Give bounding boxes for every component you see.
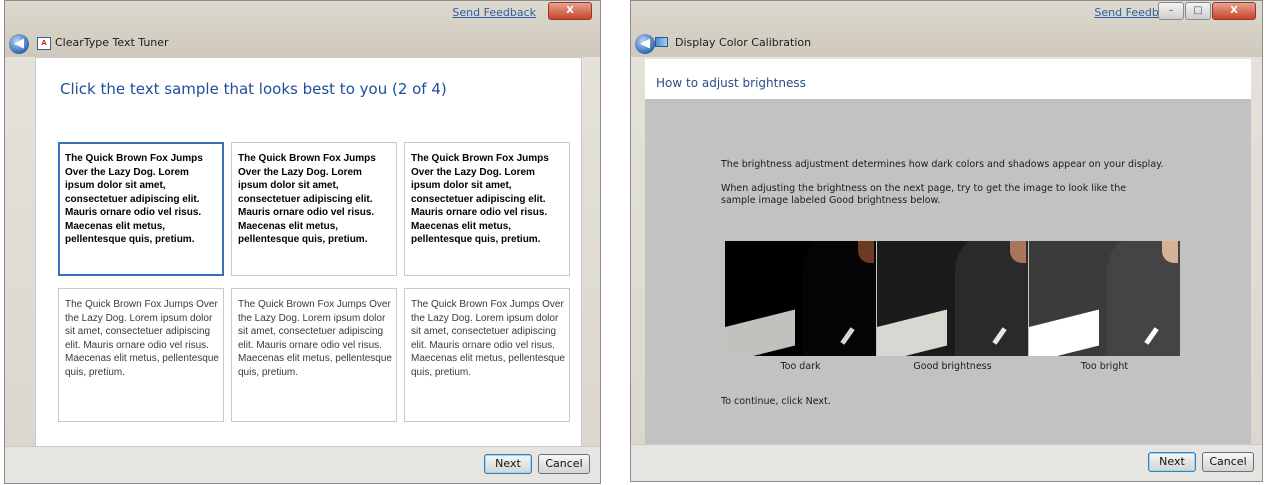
heading-band: How to adjust brightness — [645, 59, 1251, 99]
text-sample-5[interactable]: The Quick Brown Fox Jumps Over the Lazy … — [231, 288, 397, 422]
text-sample-6[interactable]: The Quick Brown Fox Jumps Over the Lazy … — [404, 288, 570, 422]
content-area: How to adjust brightness The brightness … — [645, 59, 1251, 451]
content-area: Click the text sample that looks best to… — [35, 57, 582, 450]
text-sample-4[interactable]: The Quick Brown Fox Jumps Over the Lazy … — [58, 288, 224, 422]
maximize-icon[interactable]: □ — [1185, 2, 1211, 20]
page-heading: Click the text sample that looks best to… — [60, 80, 447, 98]
too-bright-caption: Too bright — [1080, 361, 1129, 372]
button-bar: Next Cancel — [631, 444, 1262, 481]
sample-images — [725, 241, 1180, 356]
good-brightness-caption: Good brightness — [913, 361, 992, 372]
too-bright-image — [1029, 241, 1180, 356]
text-sample-grid: The Quick Brown Fox Jumps Over the Lazy … — [58, 142, 570, 422]
next-button[interactable]: Next — [484, 454, 532, 474]
color-calibration-window: Send Feedback – □ X ◀ Display Color Cali… — [630, 0, 1263, 482]
text-sample-3[interactable]: The Quick Brown Fox Jumps Over the Lazy … — [404, 142, 570, 276]
brightness-instructions: When adjusting the brightness on the nex… — [721, 183, 1127, 206]
cancel-button[interactable]: Cancel — [538, 454, 590, 474]
page-heading: How to adjust brightness — [656, 76, 806, 90]
text-sample-1[interactable]: The Quick Brown Fox Jumps Over the Lazy … — [58, 142, 224, 276]
back-arrow-icon[interactable]: ◀ — [9, 34, 29, 54]
back-arrow-icon[interactable]: ◀ — [635, 34, 655, 54]
text-sample-2[interactable]: The Quick Brown Fox Jumps Over the Lazy … — [231, 142, 397, 276]
window-title: Display Color Calibration — [675, 36, 812, 49]
button-bar: Next Cancel — [5, 446, 600, 483]
display-calibration-icon — [655, 37, 668, 47]
minimize-icon[interactable]: – — [1158, 2, 1184, 20]
brightness-description: The brightness adjustment determines how… — [721, 159, 1164, 170]
close-icon[interactable]: X — [548, 2, 592, 20]
window-controls: – □ X — [1157, 2, 1256, 20]
good-brightness-image — [877, 241, 1028, 356]
next-button[interactable]: Next — [1148, 452, 1196, 472]
too-dark-image — [725, 241, 876, 356]
continue-instruction: To continue, click Next. — [721, 396, 831, 407]
cleartype-window: Send Feedback X ◀ A ClearType Text Tuner… — [4, 0, 601, 484]
too-dark-caption: Too dark — [780, 361, 821, 372]
send-feedback-link[interactable]: Send Feedback — [452, 6, 536, 19]
window-title: ClearType Text Tuner — [55, 36, 169, 49]
cleartype-app-icon: A — [37, 37, 51, 50]
window-controls: X — [547, 2, 592, 20]
cancel-button[interactable]: Cancel — [1202, 452, 1254, 472]
close-icon[interactable]: X — [1212, 2, 1256, 20]
